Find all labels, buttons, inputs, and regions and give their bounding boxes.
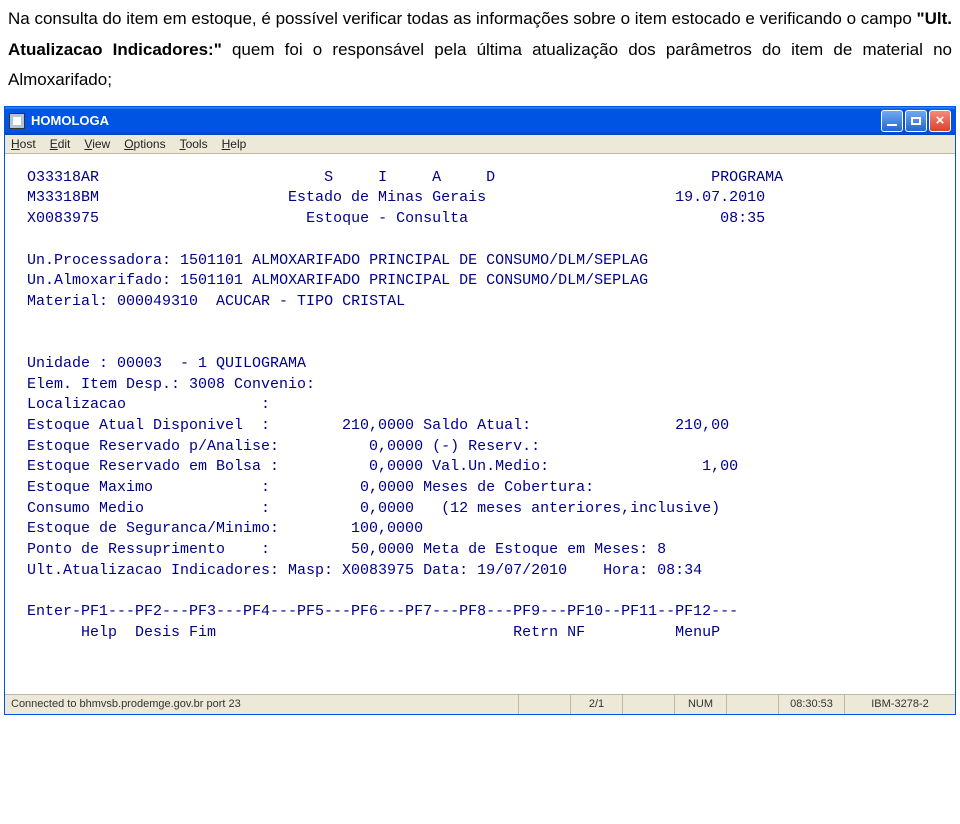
menu-tools[interactable]: Tools	[180, 137, 208, 151]
unproc-value: 1501101 ALMOXARIFADO PRINCIPAL DE CONSUM…	[180, 252, 648, 269]
status-term: IBM-3278-2	[845, 695, 955, 714]
status-blank1	[519, 695, 571, 714]
instruction-text: Na consulta do item em estoque, é possív…	[0, 0, 960, 106]
hdr-l3-center: Estoque - Consulta	[306, 210, 468, 227]
consumo-medio-line: Consumo Medio : 0,0000 (12 meses anterio…	[27, 500, 720, 517]
hdr-l2-center: Estado de Minas Gerais	[288, 189, 486, 206]
estoque-seg-line: Estoque de Seguranca/Minimo: 100,0000	[27, 520, 423, 537]
titlebar: HOMOLOGA ×	[5, 107, 955, 135]
app-icon	[9, 113, 25, 129]
hdr-l2-left: M33318BM	[27, 189, 99, 206]
unalm-value: 1501101 ALMOXARIFADO PRINCIPAL DE CONSUM…	[180, 272, 648, 289]
terminal-screen[interactable]: O33318AR S I A D PROGRAMA M33318BM Estad…	[5, 154, 955, 694]
hdr-l2-right: 19.07.2010	[675, 189, 765, 206]
unproc-label: Un.Processadora:	[27, 252, 171, 269]
menu-view[interactable]: View	[84, 137, 110, 151]
window-title: HOMOLOGA	[31, 113, 109, 128]
menu-host[interactable]: Host	[11, 137, 36, 151]
estoque-res-analise-line: Estoque Reservado p/Analise: 0,0000 (-) …	[27, 438, 540, 455]
localizacao-line: Localizacao :	[27, 396, 270, 413]
hdr-l1-center: S I A D	[324, 169, 495, 186]
status-pos: 2/1	[571, 695, 623, 714]
unalm-label: Un.Almoxarifado:	[27, 272, 171, 289]
minimize-button[interactable]	[881, 110, 903, 132]
ult-atual-line: Ult.Atualizacao Indicadores: Masp: X0083…	[27, 562, 702, 579]
status-connected: Connected to bhmvsb.prodemge.gov.br port…	[5, 695, 519, 714]
unidade-line: Unidade : 00003 - 1 QUILOGRAMA	[27, 355, 306, 372]
fkeys-line1: Enter-PF1---PF2---PF3---PF4---PF5---PF6-…	[27, 603, 738, 620]
estoque-res-bolsa-line: Estoque Reservado em Bolsa : 0,0000 Val.…	[27, 458, 738, 475]
status-time: 08:30:53	[779, 695, 845, 714]
status-blank3	[727, 695, 779, 714]
material-label: Material:	[27, 293, 108, 310]
status-blank2	[623, 695, 675, 714]
elem-line: Elem. Item Desp.: 3008 Convenio:	[27, 376, 315, 393]
hdr-l3-left: X0083975	[27, 210, 99, 227]
statusbar: Connected to bhmvsb.prodemge.gov.br port…	[5, 694, 955, 714]
ponto-resup-line: Ponto de Ressuprimento : 50,0000 Meta de…	[27, 541, 666, 558]
estoque-max-line: Estoque Maximo : 0,0000 Meses de Cobertu…	[27, 479, 594, 496]
estoque-disp-line: Estoque Atual Disponivel : 210,0000 Sald…	[27, 417, 729, 434]
hdr-l1-left: O33318AR	[27, 169, 99, 186]
status-num: NUM	[675, 695, 727, 714]
menubar: Host Edit View Options Tools Help	[5, 135, 955, 154]
hdr-l3-right: 08:35	[720, 210, 765, 227]
hdr-l1-right: PROGRAMA	[711, 169, 783, 186]
menu-options[interactable]: Options	[124, 137, 165, 151]
fkeys-line2: Help Desis Fim Retrn NF MenuP	[27, 624, 720, 641]
menu-edit[interactable]: Edit	[50, 137, 71, 151]
material-value: 000049310 ACUCAR - TIPO CRISTAL	[117, 293, 405, 310]
instruction-part1: Na consulta do item em estoque, é possív…	[8, 9, 917, 28]
maximize-button[interactable]	[905, 110, 927, 132]
menu-help[interactable]: Help	[222, 137, 247, 151]
app-window: HOMOLOGA × Host Edit View Options Tools …	[4, 106, 956, 715]
close-button[interactable]: ×	[929, 110, 951, 132]
window-buttons: ×	[881, 110, 951, 132]
